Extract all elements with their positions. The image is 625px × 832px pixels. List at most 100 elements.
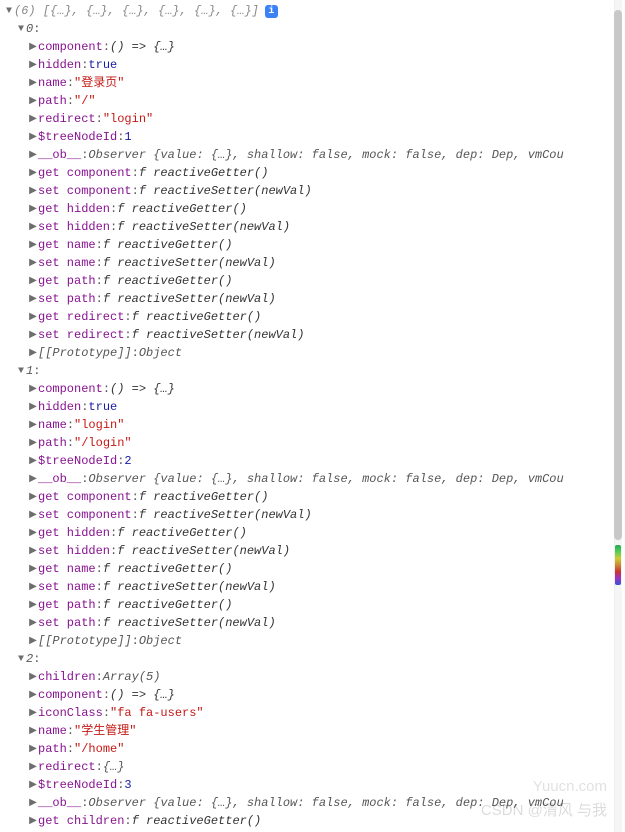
expand-icon[interactable]: [28, 454, 38, 469]
expand-icon[interactable]: [28, 544, 38, 559]
array-index-row[interactable]: 0:: [2, 20, 623, 38]
property-row[interactable]: path: "/home": [2, 740, 623, 758]
expand-icon[interactable]: [28, 778, 38, 793]
expand-icon[interactable]: [28, 76, 38, 91]
property-row[interactable]: redirect: "login": [2, 110, 623, 128]
property-row[interactable]: $treeNodeId: 1: [2, 128, 623, 146]
expand-icon[interactable]: [28, 724, 38, 739]
accessor-row[interactable]: get path: f reactiveGetter(): [2, 596, 623, 614]
expand-icon[interactable]: [28, 202, 38, 217]
expand-icon[interactable]: [28, 436, 38, 451]
info-icon[interactable]: i: [265, 5, 278, 18]
accessor-row[interactable]: get component: f reactiveGetter(): [2, 164, 623, 182]
expand-icon[interactable]: [28, 328, 38, 343]
expand-icon[interactable]: [28, 40, 38, 55]
expand-icon[interactable]: [28, 346, 38, 361]
array-index-row[interactable]: 1:: [2, 362, 623, 380]
expand-icon[interactable]: [28, 472, 38, 487]
property-row[interactable]: path: "/login": [2, 434, 623, 452]
accessor-key: set path: [38, 290, 96, 308]
property-row[interactable]: name: "学生管理": [2, 722, 623, 740]
property-row[interactable]: [[Prototype]]: Object: [2, 344, 623, 362]
property-row[interactable]: hidden: true: [2, 56, 623, 74]
accessor-row[interactable]: set name: f reactiveSetter(newVal): [2, 254, 623, 272]
accessor-row[interactable]: get component: f reactiveGetter(): [2, 488, 623, 506]
expand-icon[interactable]: [28, 418, 38, 433]
accessor-row[interactable]: get children: f reactiveGetter(): [2, 812, 623, 830]
scrollbar-thumb[interactable]: [614, 10, 622, 540]
expand-icon[interactable]: [28, 562, 38, 577]
expand-icon[interactable]: [28, 670, 38, 685]
property-row[interactable]: name: "login": [2, 416, 623, 434]
accessor-row[interactable]: get name: f reactiveGetter(): [2, 236, 623, 254]
expand-icon[interactable]: [4, 4, 14, 19]
expand-icon[interactable]: [28, 490, 38, 505]
property-row[interactable]: path: "/": [2, 92, 623, 110]
property-row[interactable]: __ob__: Observer {value: {…}, shallow: f…: [2, 470, 623, 488]
property-row[interactable]: __ob__: Observer {value: {…}, shallow: f…: [2, 794, 623, 812]
expand-icon[interactable]: [28, 166, 38, 181]
expand-icon[interactable]: [28, 382, 38, 397]
accessor-row[interactable]: get hidden: f reactiveGetter(): [2, 200, 623, 218]
expand-icon[interactable]: [28, 742, 38, 757]
expand-icon[interactable]: [28, 310, 38, 325]
expand-icon[interactable]: [28, 94, 38, 109]
expand-icon[interactable]: [28, 274, 38, 289]
collapse-icon[interactable]: [16, 22, 26, 37]
expand-icon[interactable]: [28, 616, 38, 631]
expand-icon[interactable]: [28, 796, 38, 811]
property-row[interactable]: component: () => {…}: [2, 686, 623, 704]
prop-key: name: [38, 416, 67, 434]
property-row[interactable]: hidden: true: [2, 398, 623, 416]
accessor-row[interactable]: set hidden: f reactiveSetter(newVal): [2, 542, 623, 560]
expand-icon[interactable]: [28, 400, 38, 415]
property-row[interactable]: children: Array(5): [2, 668, 623, 686]
accessor-row[interactable]: get path: f reactiveGetter(): [2, 272, 623, 290]
expand-icon[interactable]: [28, 112, 38, 127]
expand-icon[interactable]: [28, 508, 38, 523]
array-root-row[interactable]: (6) [{…}, {…}, {…}, {…}, {…}, {…}] i: [2, 2, 623, 20]
expand-icon[interactable]: [28, 238, 38, 253]
prop-key: redirect: [38, 110, 96, 128]
expand-icon[interactable]: [28, 292, 38, 307]
expand-icon[interactable]: [28, 130, 38, 145]
expand-icon[interactable]: [28, 526, 38, 541]
expand-icon[interactable]: [28, 148, 38, 163]
property-row[interactable]: component: () => {…}: [2, 380, 623, 398]
accessor-row[interactable]: set component: f reactiveSetter(newVal): [2, 506, 623, 524]
accessor-row[interactable]: get redirect: f reactiveGetter(): [2, 308, 623, 326]
property-row[interactable]: redirect: {…}: [2, 758, 623, 776]
property-row[interactable]: component: () => {…}: [2, 38, 623, 56]
expand-icon[interactable]: [28, 220, 38, 235]
expand-icon[interactable]: [28, 706, 38, 721]
accessor-row[interactable]: set path: f reactiveSetter(newVal): [2, 290, 623, 308]
accessor-row[interactable]: set component: f reactiveSetter(newVal): [2, 182, 623, 200]
collapse-icon[interactable]: [16, 652, 26, 667]
property-row[interactable]: iconClass: "fa fa-users": [2, 704, 623, 722]
array-index-row[interactable]: 2:: [2, 650, 623, 668]
property-row[interactable]: [[Prototype]]: Object: [2, 632, 623, 650]
expand-icon[interactable]: [28, 634, 38, 649]
property-row[interactable]: __ob__: Observer {value: {…}, shallow: f…: [2, 146, 623, 164]
expand-icon[interactable]: [28, 814, 38, 829]
property-row[interactable]: $treeNodeId: 3: [2, 776, 623, 794]
accessor-row[interactable]: get hidden: f reactiveGetter(): [2, 524, 623, 542]
expand-icon[interactable]: [28, 184, 38, 199]
expand-icon[interactable]: [28, 598, 38, 613]
collapse-icon[interactable]: [16, 364, 26, 379]
expand-icon[interactable]: [28, 580, 38, 595]
accessor-row[interactable]: set path: f reactiveSetter(newVal): [2, 614, 623, 632]
accessor-row[interactable]: set hidden: f reactiveSetter(newVal): [2, 218, 623, 236]
accessor-row[interactable]: set name: f reactiveSetter(newVal): [2, 578, 623, 596]
expand-icon[interactable]: [28, 688, 38, 703]
prop-value: "/home": [74, 740, 124, 758]
prop-key: $treeNodeId: [38, 776, 117, 794]
expand-icon[interactable]: [28, 58, 38, 73]
property-row[interactable]: name: "登录页": [2, 74, 623, 92]
expand-icon[interactable]: [28, 760, 38, 775]
accessor-row[interactable]: get name: f reactiveGetter(): [2, 560, 623, 578]
accessor-row[interactable]: set redirect: f reactiveSetter(newVal): [2, 326, 623, 344]
property-row[interactable]: $treeNodeId: 2: [2, 452, 623, 470]
expand-icon[interactable]: [28, 256, 38, 271]
prop-value: "登录页": [74, 74, 124, 92]
